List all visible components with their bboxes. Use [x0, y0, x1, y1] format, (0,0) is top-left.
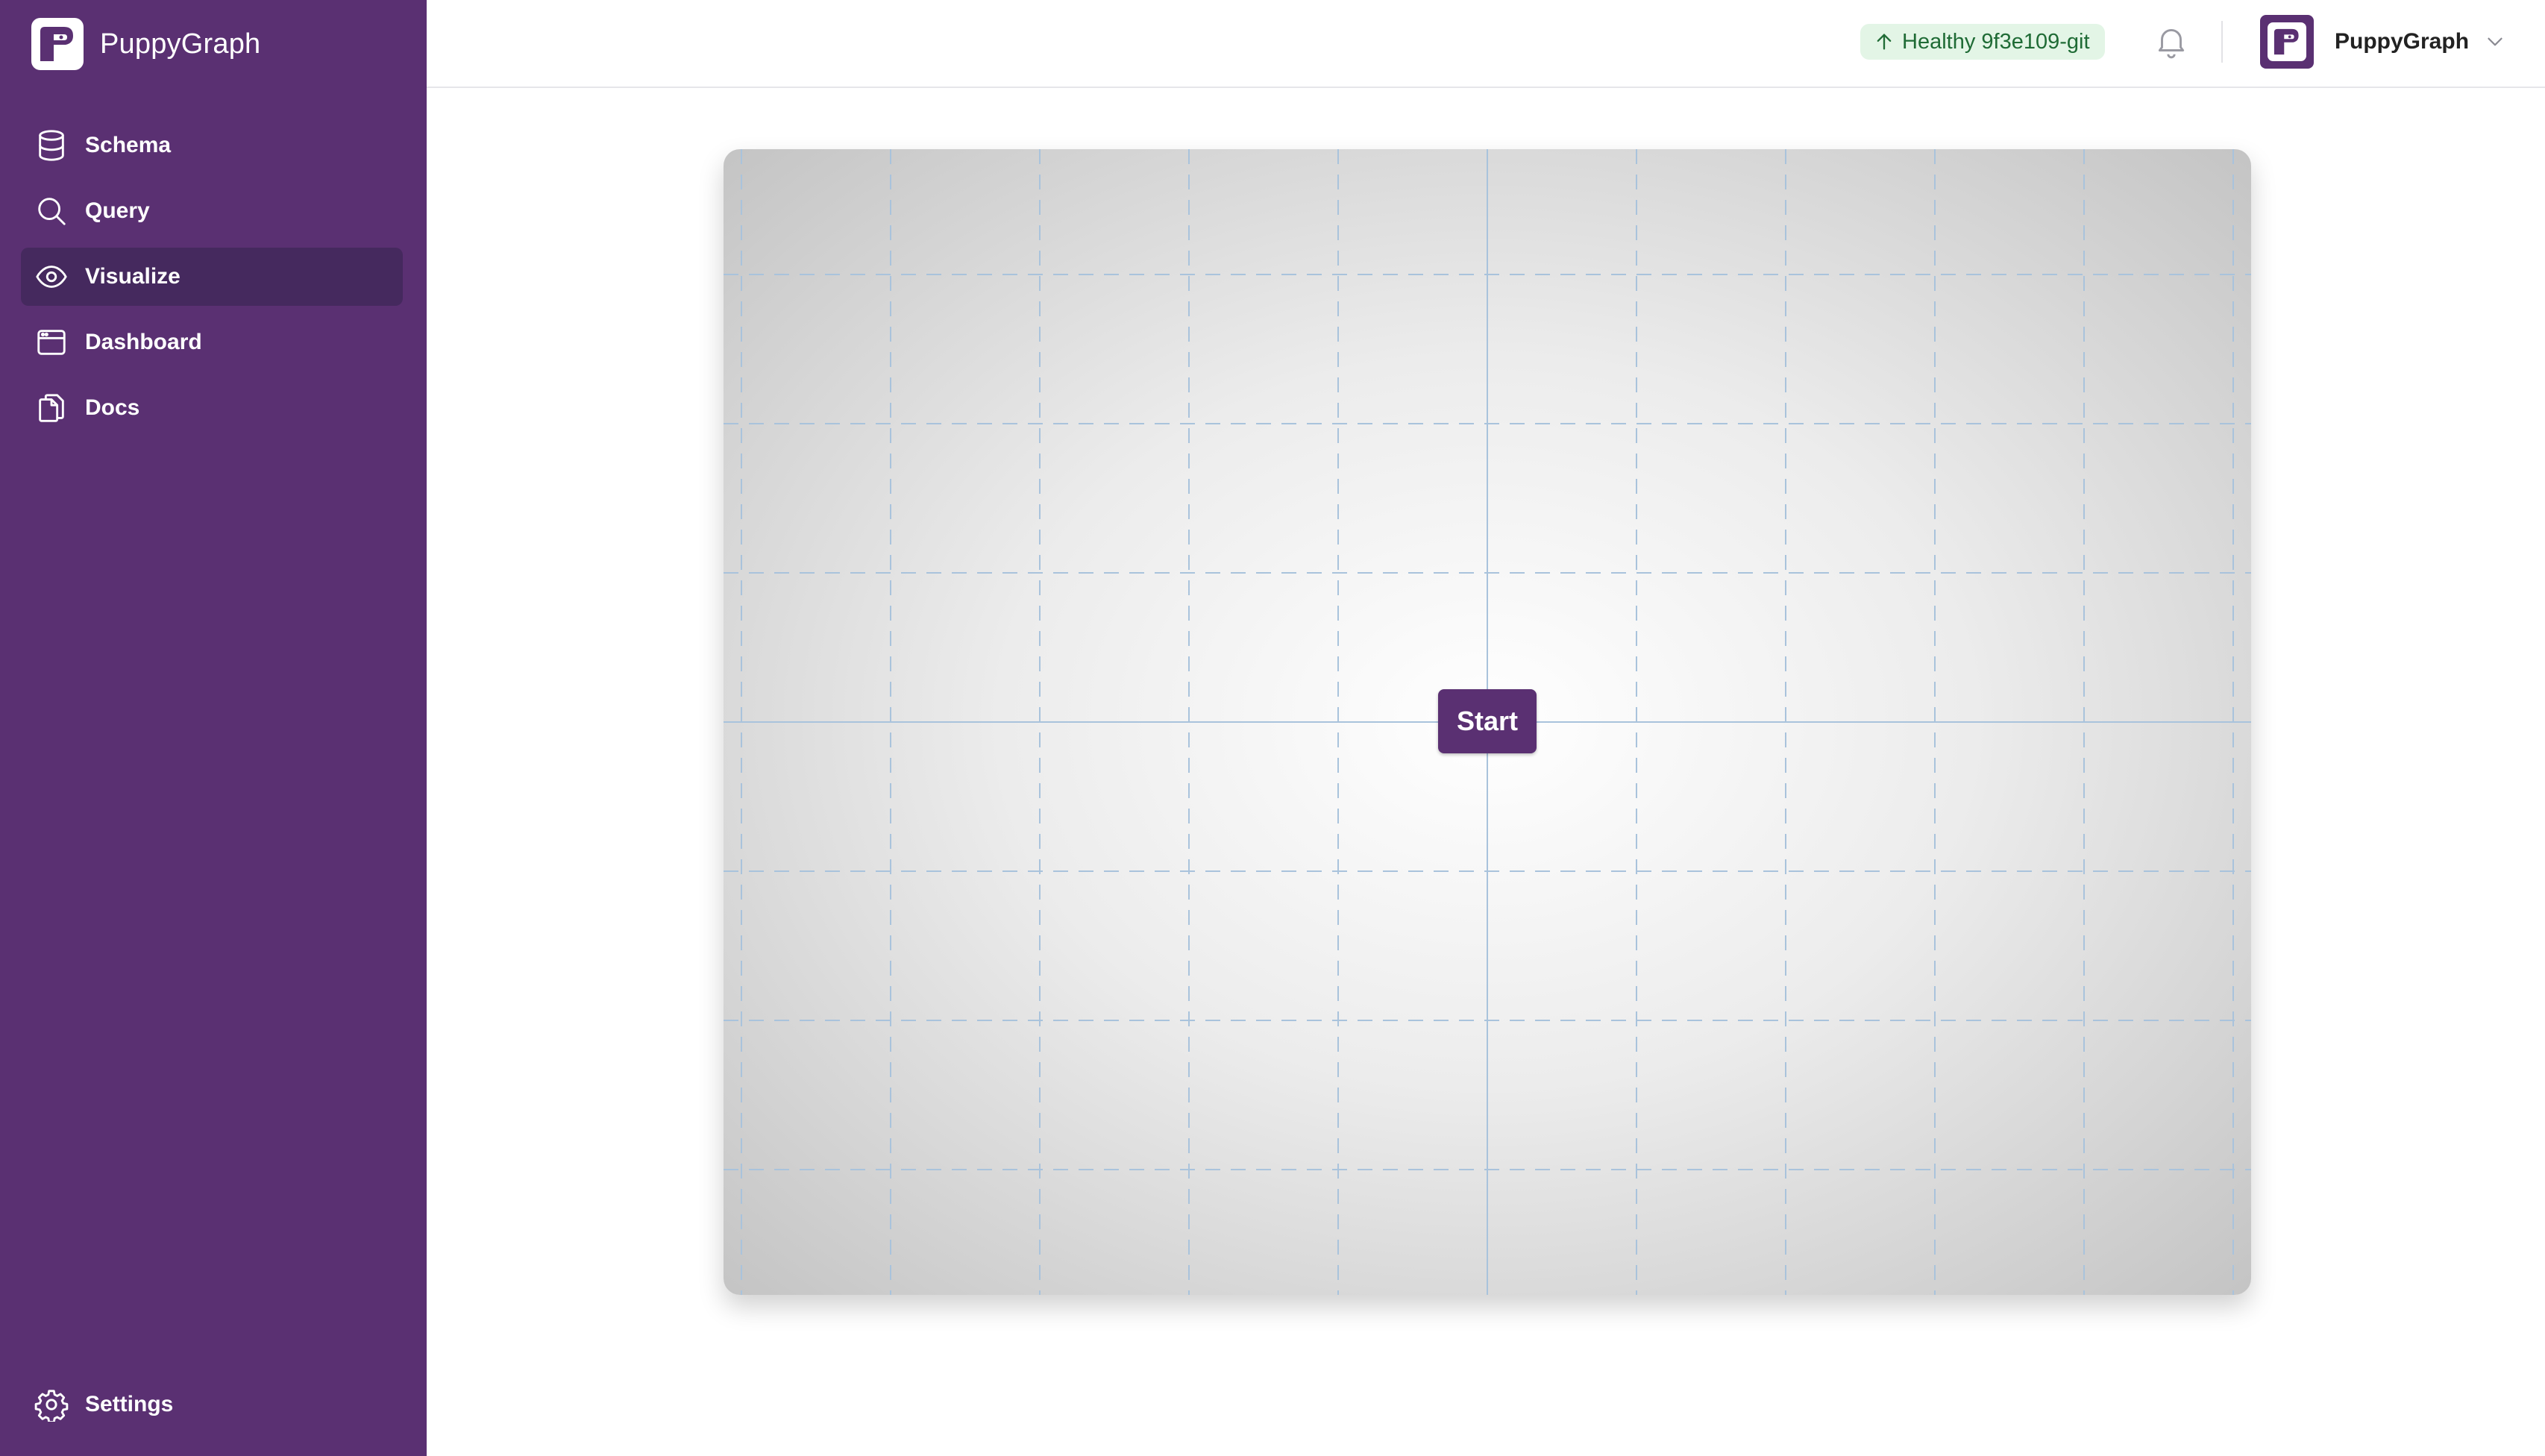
top-header: Healthy 9f3e109-git PuppyGraph	[427, 0, 2545, 88]
sidebar-item-settings[interactable]: Settings	[21, 1375, 403, 1434]
sidebar-item-query[interactable]: Query	[21, 182, 403, 240]
sidebar: PuppyGraph Schema Query Visualize Dashbo…	[0, 0, 427, 1456]
puppygraph-avatar-icon	[2268, 22, 2306, 61]
sidebar-item-dashboard[interactable]: Dashboard	[21, 313, 403, 371]
sidebar-nav: Schema Query Visualize Dashboard Docs	[21, 116, 403, 445]
sidebar-item-label: Docs	[85, 395, 140, 420]
sidebar-item-label: Visualize	[85, 264, 181, 289]
status-badge[interactable]: Healthy 9f3e109-git	[1860, 24, 2105, 60]
sidebar-item-visualize[interactable]: Visualize	[21, 248, 403, 306]
puppygraph-logo-icon	[31, 18, 84, 70]
sidebar-item-label: Schema	[85, 133, 172, 157]
dashboard-icon	[37, 330, 66, 355]
user-name: PuppyGraph	[2335, 29, 2470, 54]
start-button[interactable]: Start	[1438, 689, 1537, 753]
settings-section: Settings	[21, 1375, 403, 1441]
bell-icon[interactable]	[2153, 22, 2190, 60]
brand[interactable]: PuppyGraph	[31, 18, 260, 70]
status-text: Healthy 9f3e109-git	[1902, 29, 2090, 54]
database-icon	[39, 130, 64, 161]
chevron-down-icon[interactable]	[2482, 29, 2508, 54]
user-menu[interactable]: PuppyGraph	[2260, 15, 2508, 69]
arrow-up-icon	[1877, 34, 1892, 50]
sidebar-item-docs[interactable]: Docs	[21, 379, 403, 437]
settings-label: Settings	[85, 1392, 174, 1416]
brand-name: PuppyGraph	[100, 28, 261, 60]
sidebar-item-label: Query	[85, 198, 150, 223]
docs-icon	[39, 394, 64, 422]
sidebar-item-schema[interactable]: Schema	[21, 116, 403, 175]
sidebar-item-label: Dashboard	[85, 330, 202, 354]
avatar	[2260, 15, 2314, 69]
search-icon	[38, 198, 66, 225]
gear-icon	[34, 1390, 69, 1422]
eye-icon	[36, 266, 67, 288]
graph-canvas[interactable]: Start	[724, 149, 2251, 1295]
header-divider	[2221, 21, 2223, 63]
